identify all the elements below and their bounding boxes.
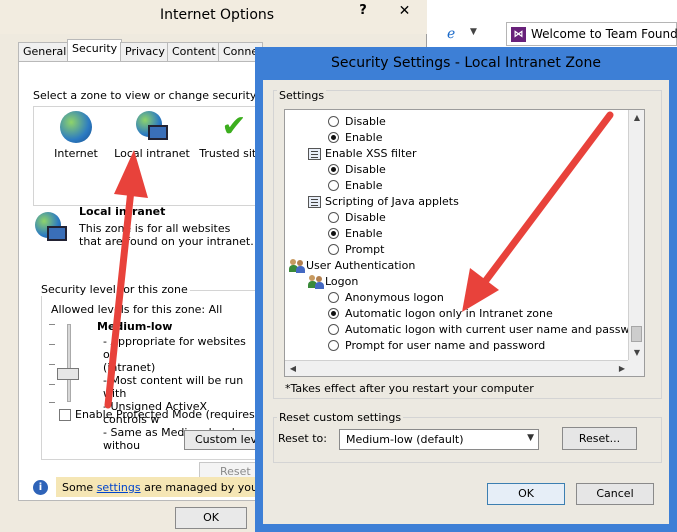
settings-tree[interactable]: Prompt for user name and password Automat… [284,109,645,377]
setting-label: Prompt [345,243,385,256]
setting-label: Automatic logon only in Intranet zone [345,307,553,320]
zone-prompt: Select a zone to view or change security… [33,89,285,102]
level-name: Medium-low [97,320,173,333]
takes-effect-note: *Takes effect after you restart your com… [285,382,534,395]
radio-icon[interactable] [328,132,339,143]
reset-to-label: Reset to: [278,432,327,445]
zone-internet[interactable]: Internet [36,111,116,160]
setting-label: Logon [325,275,359,288]
allowed-levels: Allowed levels for this zone: All [51,303,223,316]
setting-label: Prompt for user name and password [345,339,546,352]
ie-icon: ℯ [447,26,456,42]
radio-icon[interactable] [328,164,339,175]
settings-link[interactable]: settings [97,481,141,494]
security-settings-window: Security Settings - Local Intranet Zone … [255,47,677,532]
browser-tab-title: Welcome to Team Foundat [531,27,677,41]
users-icon [289,259,305,273]
radio-icon[interactable] [328,308,339,319]
zone-local-intranet[interactable]: Local intranet [112,111,192,160]
setting-label: User Authentication [306,259,416,272]
globe-icon [60,111,92,143]
zone-description: This zone is for all websites that are f… [79,222,254,248]
zone-list: Internet Local intranet ✔ Trusted sites [33,106,269,206]
security-settings-title[interactable]: Security Settings - Local Intranet Zone [255,47,677,80]
scroll-left-icon[interactable]: ◀ [285,361,301,376]
ok-button[interactable]: OK [175,507,247,529]
setting-label: Automatic logon with current user name a… [345,323,645,336]
setting-label: Enable XSS filter [325,147,417,160]
setting-label: Disable [345,115,386,128]
zone-name: Local intranet [79,205,166,218]
level-desc-line: - Most content will be run with [103,374,244,400]
scrollbar-thumb[interactable] [631,326,642,342]
reset-custom-legend: Reset custom settings [277,411,404,424]
radio-icon[interactable] [328,180,339,191]
checkmark-icon: ✔ [221,109,247,144]
settings-legend: Settings [277,89,327,102]
vertical-scrollbar[interactable]: ▲ ▼ [628,110,644,361]
tab-security[interactable]: Security [67,39,123,62]
settings-category-icon [308,196,321,208]
intranet-icon [136,111,168,143]
ok-button[interactable]: OK [487,483,565,505]
level-desc-line: - Appropriate for websites on [103,335,246,361]
radio-icon[interactable] [328,212,339,223]
close-button[interactable]: ✕ [382,0,427,22]
scroll-up-icon[interactable]: ▲ [629,110,644,126]
level-desc-line: (intranet) [103,361,156,374]
visual-studio-icon: ⋈ [511,27,526,42]
slider-tick [49,324,55,325]
radio-icon[interactable] [328,116,339,127]
security-level-legend: Security level for this zone [39,283,190,296]
horizontal-scrollbar[interactable]: ◀ ▶ [285,360,630,376]
radio-icon[interactable] [328,292,339,303]
slider-tick [49,384,55,385]
slider-tick [49,344,55,345]
setting-label: Disable [345,211,386,224]
protected-mode-checkbox[interactable] [59,409,71,421]
setting-label: Scripting of Java applets [325,195,459,208]
scroll-down-icon[interactable]: ▼ [629,345,644,361]
radio-icon[interactable] [328,340,339,351]
radio-icon[interactable] [328,324,339,335]
setting-label: Enable [345,131,383,144]
reset-to-select[interactable]: Medium-low (default) ▼ [339,429,539,450]
tab-content[interactable]: Content [167,42,221,61]
info-prefix: Some [62,481,97,494]
security-settings-body: Settings Prompt for user name and passwo… [263,80,669,524]
help-button[interactable]: ? [344,0,382,22]
setting-label: Enable [345,227,383,240]
internet-options-title: Internet Options [160,7,275,23]
tab-privacy[interactable]: Privacy [120,42,170,61]
managed-settings-note: Some settings are managed by your sy [62,481,278,494]
slider-tick [49,402,55,403]
chevron-down-icon: ▼ [527,433,534,443]
settings-category-icon [308,148,321,160]
setting-label: Enable [345,179,383,192]
intranet-icon [35,212,69,246]
setting-label: Disable [345,163,386,176]
scroll-corner [628,360,644,376]
setting-label: Anonymous logon [345,291,444,304]
security-level-slider[interactable] [67,324,71,402]
browser-tab[interactable]: ⋈ Welcome to Team Foundat [506,22,677,46]
address-dropdown-icon[interactable]: ▼ [470,27,477,37]
reset-button[interactable]: Reset... [562,427,637,450]
tab-general[interactable]: General [18,42,72,61]
cancel-button[interactable]: Cancel [576,483,654,505]
users-icon [308,275,324,289]
security-level-slider-thumb[interactable] [57,368,79,380]
internet-options-titlebar[interactable]: Internet Options ? ✕ [0,0,427,34]
radio-icon[interactable] [328,228,339,239]
zone-local-intranet-label: Local intranet [114,147,190,160]
radio-icon[interactable] [328,244,339,255]
protected-mode-label: Enable Protected Mode (requires rest [75,408,280,421]
slider-tick [49,364,55,365]
reset-to-value: Medium-low (default) [346,433,464,446]
zone-internet-label: Internet [54,147,98,160]
info-icon: i [33,480,48,495]
